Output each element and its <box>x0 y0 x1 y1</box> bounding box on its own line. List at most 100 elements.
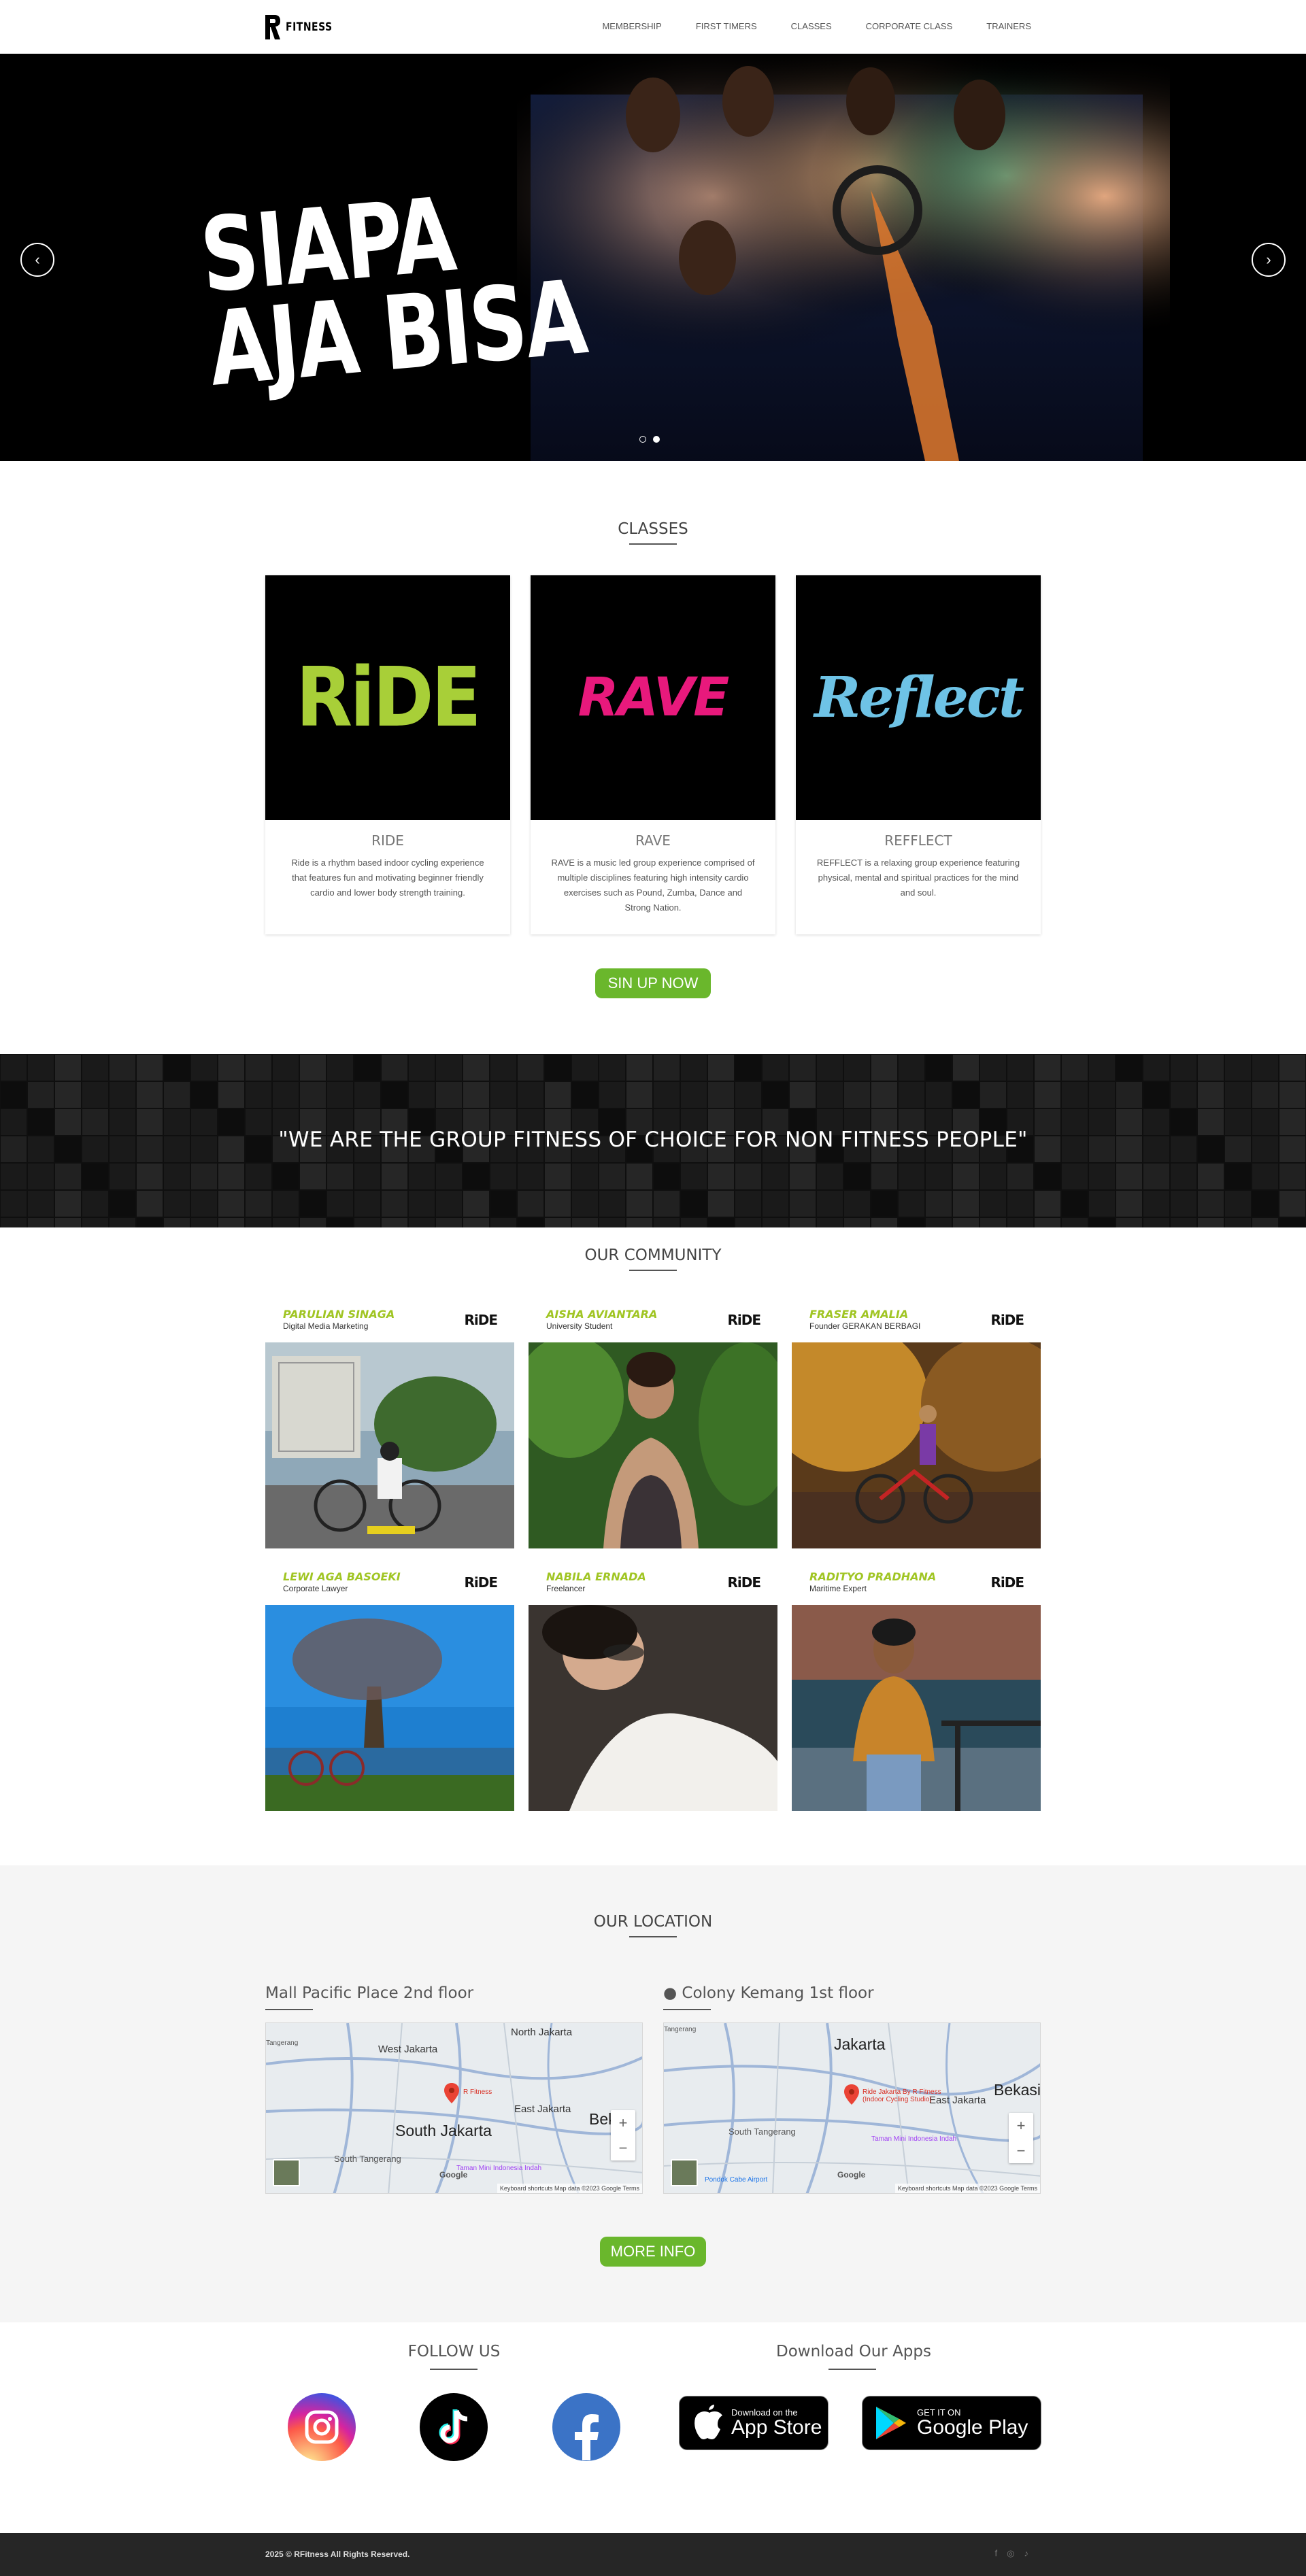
google-play-badge[interactable]: GET IT ON Google Play <box>862 2396 1041 2450</box>
community-card[interactable]: FRASER AMALIA Founder GERAKAN BERBAGI Ri… <box>792 1304 1041 1553</box>
location-name: Mall Pacific Place 2nd floor <box>265 1984 474 2002</box>
follow-title: FOLLOW US <box>407 2343 501 2360</box>
map-roads <box>266 2023 642 2193</box>
location-name: ● Colony Kemang 1st floor <box>663 1984 874 2002</box>
community-card[interactable]: NABILA ERNADA Freelancer RiDE <box>529 1566 777 1815</box>
carousel-prev-button[interactable]: ‹ <box>20 243 54 277</box>
signup-button[interactable]: SIN UP NOW <box>595 968 711 998</box>
tiktok-icon[interactable] <box>420 2393 488 2461</box>
apple-icon <box>694 2405 722 2439</box>
google-play-icon <box>876 2407 906 2439</box>
google-play-text: GET IT ON Google Play <box>917 2408 1028 2438</box>
location-title: OUR LOCATION <box>593 1913 713 1931</box>
facebook-icon[interactable] <box>552 2393 620 2461</box>
carousel-dot-2[interactable] <box>653 436 660 443</box>
map-label: Tangerang <box>664 2026 697 2033</box>
class-description: RAVE is a music led group experience com… <box>551 858 755 913</box>
ride-logo: RiDE <box>296 650 482 745</box>
zoom-out-button[interactable]: − <box>1009 2138 1033 2163</box>
class-name: REFFLECT <box>884 832 952 849</box>
class-card-ride[interactable]: RiDE RIDE Ride is a rhythm based indoor … <box>265 575 510 934</box>
map-layer-toggle[interactable] <box>671 2159 698 2186</box>
member-name: FRASER AMALIA <box>809 1308 909 1321</box>
carousel-next-button[interactable]: › <box>1252 243 1286 277</box>
ride-badge: RiDE <box>727 1312 761 1328</box>
map-label: Pondok Cabe Airport <box>705 2176 768 2184</box>
class-card-rave[interactable]: RAVE RAVE RAVE is a music led group expe… <box>531 575 775 934</box>
map-label: West Jakarta <box>378 2044 438 2055</box>
class-name: RAVE <box>635 832 671 849</box>
nav-trainers[interactable]: TRAINERS <box>986 21 1031 31</box>
map-marker-icon[interactable] <box>444 2083 459 2103</box>
map-zoom-control: + − <box>1009 2113 1033 2163</box>
zoom-in-button[interactable]: + <box>1009 2113 1033 2138</box>
google-map-embed[interactable]: Jakarta East Jakarta Ride Jakarta By R F… <box>663 2022 1041 2194</box>
card-header: NABILA ERNADA Freelancer RiDE <box>529 1566 777 1605</box>
community-card[interactable]: LEWI AGA BASOEKI Corporate Lawyer RiDE <box>265 1566 514 1815</box>
ride-badge: RiDE <box>464 1574 498 1591</box>
member-job: Freelancer <box>546 1584 586 1593</box>
facebook-icon[interactable]: f <box>995 2548 998 2559</box>
member-job: Maritime Expert <box>809 1584 867 1593</box>
map-label: Tangerang <box>266 2039 299 2047</box>
member-name: LEWI AGA BASOEKI <box>283 1570 401 1583</box>
map-label: Taman Mini Indonesia Indah <box>456 2165 542 2172</box>
classes-section: CLASSES RiDE RIDE Ride is a rhythm based… <box>0 461 1306 1054</box>
ride-badge: RiDE <box>990 1574 1024 1591</box>
reflect-logo-image: Reflect <box>796 575 1041 820</box>
ride-badge: RiDE <box>464 1312 498 1328</box>
app-store-badge[interactable]: Download on the App Store <box>679 2396 828 2450</box>
rave-logo: RAVE <box>577 667 730 728</box>
member-photo <box>792 1342 1041 1548</box>
map-layer-toggle[interactable] <box>273 2159 300 2186</box>
card-header: LEWI AGA BASOEKI Corporate Lawyer RiDE <box>265 1566 514 1605</box>
footer-social-links: f ◎ ♪ <box>995 2548 1028 2559</box>
map-label: South Tangerang <box>334 2154 401 2164</box>
community-card[interactable]: RADITYO PRADHANA Maritime Expert RiDE <box>792 1566 1041 1815</box>
map-label: Taman Mini Indonesia Indah <box>871 2135 957 2143</box>
app-store-big: App Store <box>731 2416 822 2439</box>
nav-corporate-class[interactable]: CORPORATE CLASS <box>866 21 953 31</box>
hero-line-2: AJA BISA <box>204 258 590 409</box>
brand-logo[interactable]: FITNESS <box>264 14 333 41</box>
map-marker-icon[interactable] <box>844 2084 859 2105</box>
card-header: RADITYO PRADHANA Maritime Expert RiDE <box>792 1566 1041 1605</box>
instagram-icon[interactable]: ◎ <box>1007 2548 1014 2559</box>
classes-title: CLASSES <box>618 520 688 538</box>
nav-membership[interactable]: MEMBERSHIP <box>602 21 661 31</box>
chevron-left-icon: ‹ <box>35 251 40 268</box>
map-label: East Jakarta <box>514 2103 571 2115</box>
zoom-out-button[interactable]: − <box>611 2135 635 2160</box>
class-cards: RiDE RIDE Ride is a rhythm based indoor … <box>265 575 1041 934</box>
logo-text: FITNESS <box>286 20 333 34</box>
zoom-in-button[interactable]: + <box>611 2110 635 2135</box>
map-label: Bekasi <box>994 2081 1041 2099</box>
community-card[interactable]: AISHA AVIANTARA University Student RiDE <box>529 1304 777 1553</box>
top-navbar: FITNESS MEMBERSHIP FIRST TIMERS CLASSES … <box>0 0 1306 54</box>
quote-banner: "WE ARE THE GROUP FITNESS OF CHOICE FOR … <box>0 1054 1306 1227</box>
community-card[interactable]: PARULIAN SINAGA Digital Media Marketing … <box>265 1304 514 1553</box>
class-name: RIDE <box>371 832 404 849</box>
more-info-button[interactable]: MORE INFO <box>600 2237 706 2267</box>
tiktok-icon[interactable]: ♪ <box>1024 2548 1029 2559</box>
google-logo: Google <box>439 2170 468 2180</box>
nav-classes[interactable]: CLASSES <box>791 21 832 31</box>
member-job: Digital Media Marketing <box>283 1321 369 1331</box>
member-job: University Student <box>546 1321 613 1331</box>
member-name: NABILA ERNADA <box>546 1570 646 1583</box>
member-job: Founder GERAKAN BERBAGI <box>809 1321 921 1331</box>
member-photo <box>265 1605 514 1811</box>
google-play-big: Google Play <box>917 2416 1028 2439</box>
class-card-reflect[interactable]: Reflect REFFLECT REFFLECT is a relaxing … <box>796 575 1041 934</box>
card-header: AISHA AVIANTARA University Student RiDE <box>529 1304 777 1342</box>
map-label: Jakarta <box>834 2035 886 2053</box>
google-map-embed[interactable]: West Jakarta North Jakarta R Fitness Eas… <box>265 2022 643 2194</box>
class-description: REFFLECT is a relaxing group experience … <box>816 858 1020 898</box>
map-attribution[interactable]: Keyboard shortcuts Map data ©2023 Google… <box>894 2184 1040 2193</box>
member-photo <box>529 1342 777 1548</box>
apps-divider <box>828 2369 876 2370</box>
carousel-dot-1[interactable] <box>639 436 646 443</box>
instagram-icon[interactable] <box>288 2393 356 2461</box>
map-attribution[interactable]: Keyboard shortcuts Map data ©2023 Google… <box>497 2184 642 2193</box>
nav-first-timers[interactable]: FIRST TIMERS <box>696 21 757 31</box>
